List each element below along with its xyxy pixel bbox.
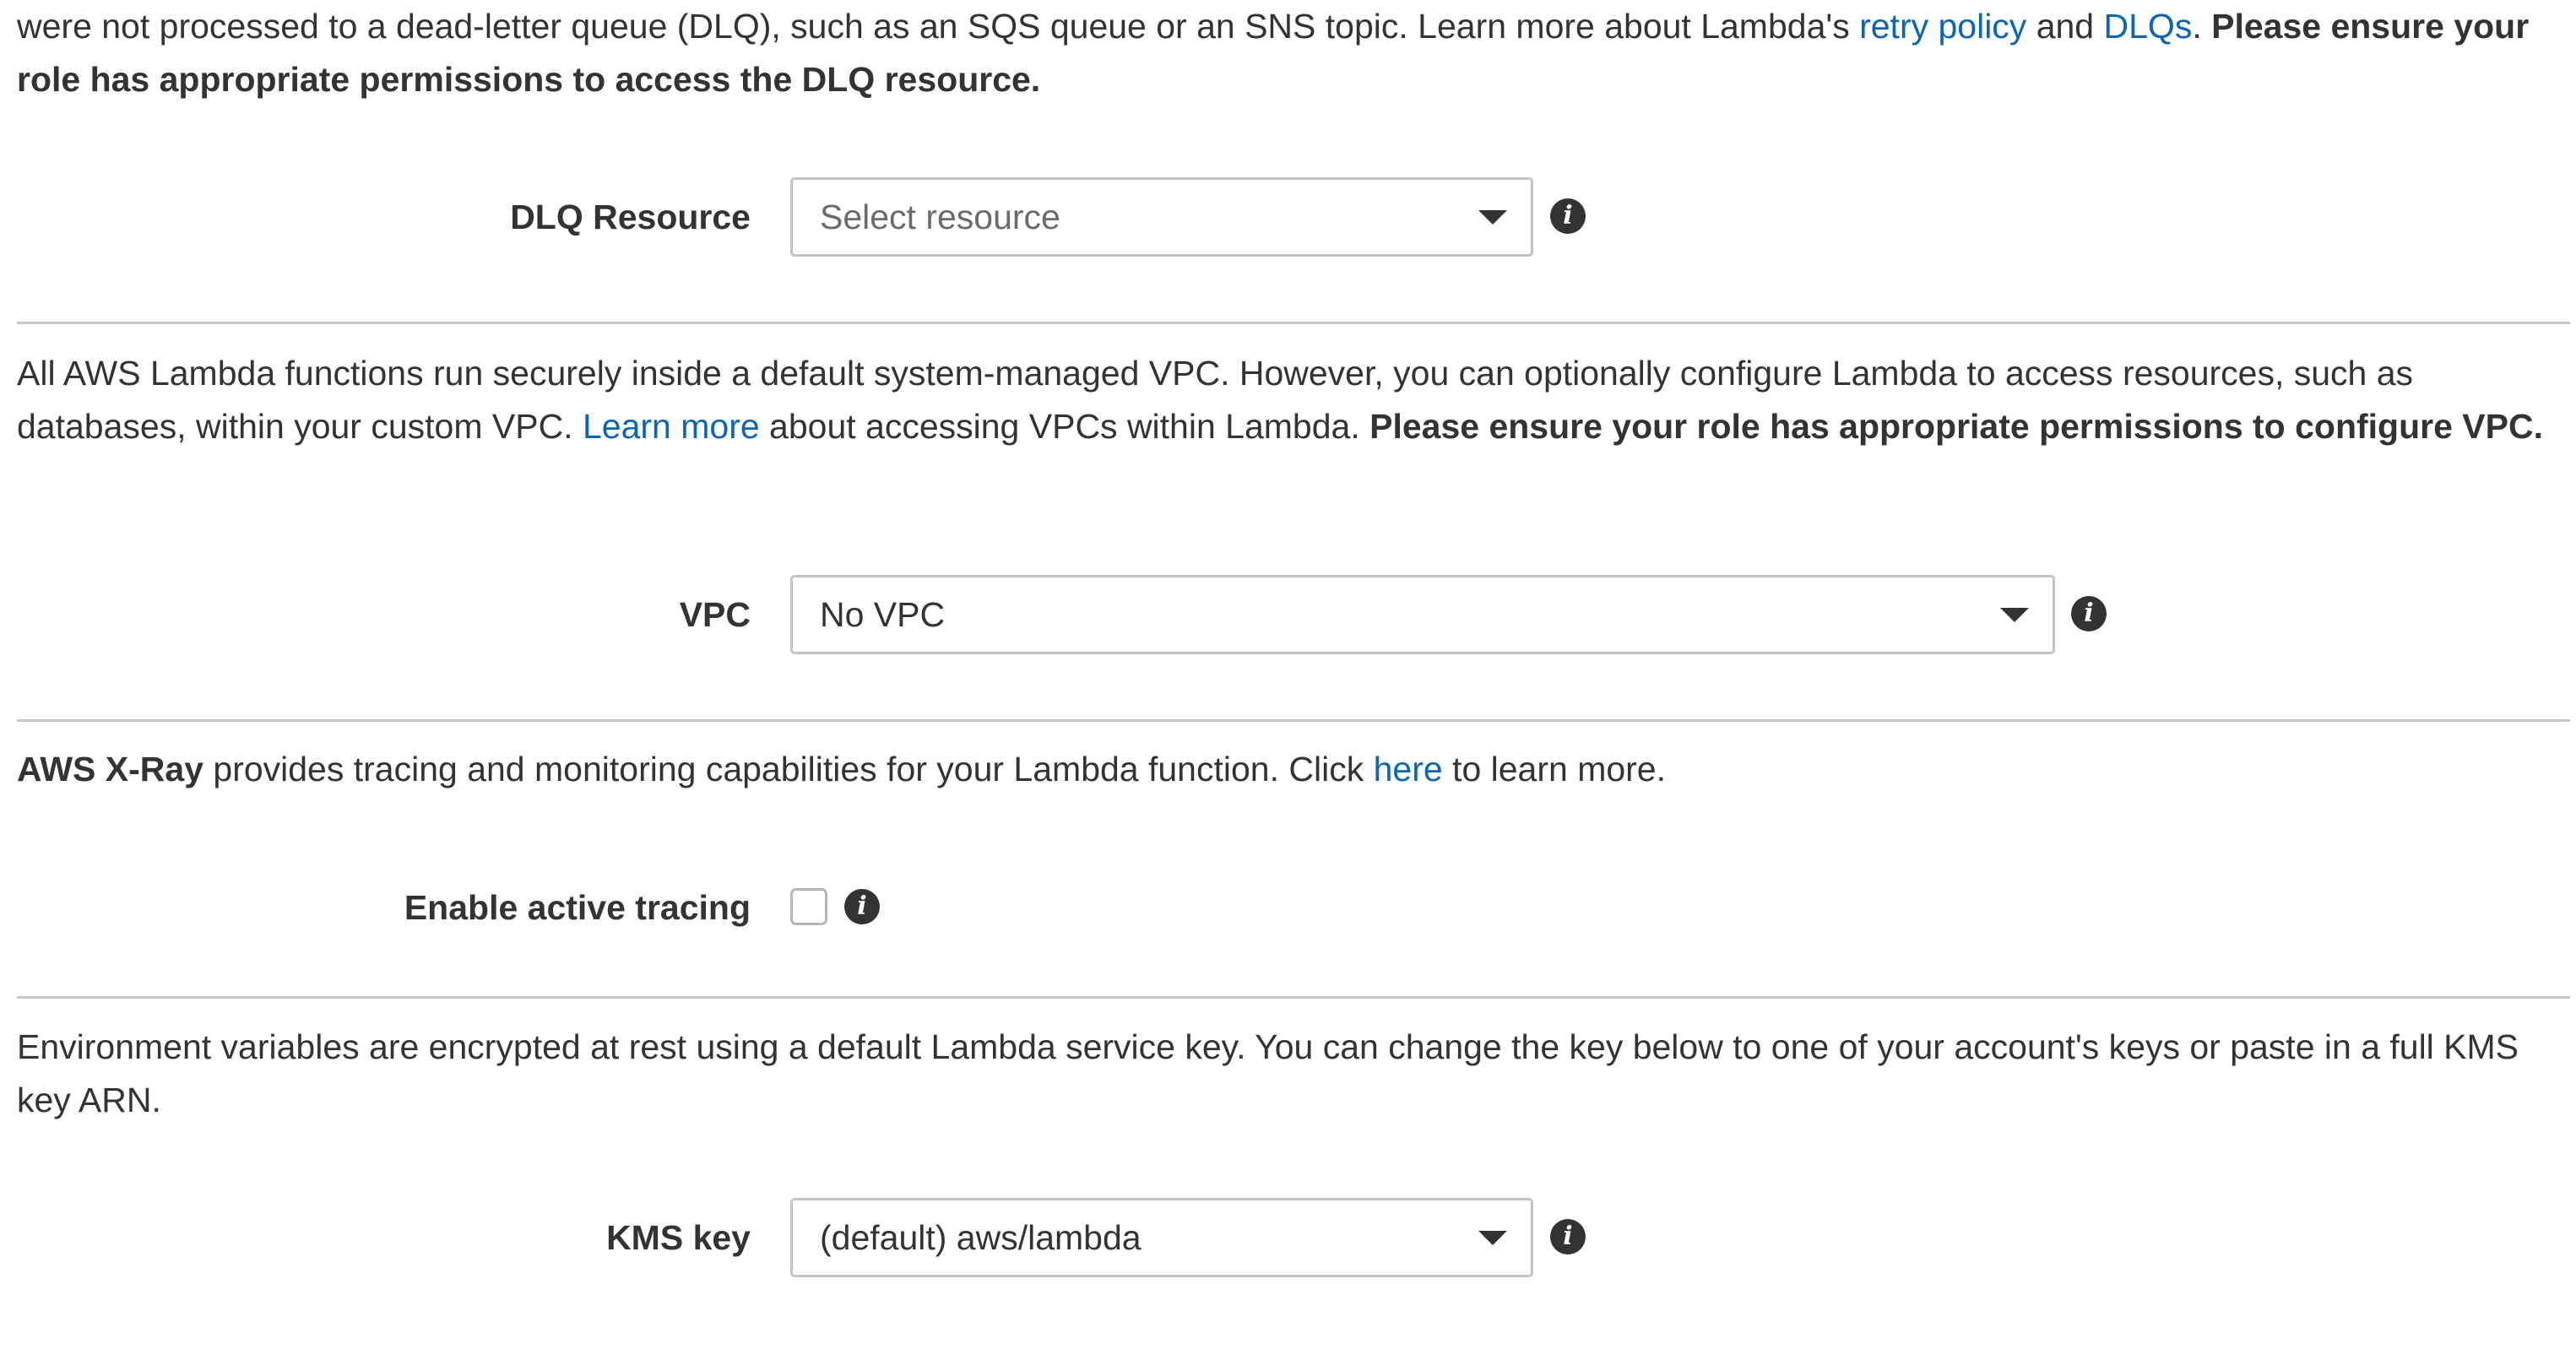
dlq-resource-placeholder: Select resource: [820, 198, 1060, 236]
vpc-description-text-2: about accessing VPCs within Lambda.: [759, 407, 1370, 446]
dlq-description-text-1: were not processed to a dead-letter queu…: [17, 7, 1860, 46]
enable-active-tracing-checkbox[interactable]: [790, 888, 827, 925]
kms-description: Environment variables are encrypted at r…: [17, 1027, 2519, 1119]
kms-key-select[interactable]: (default) aws/lambda: [790, 1198, 1533, 1277]
info-icon[interactable]: i: [1550, 1219, 1586, 1254]
enable-active-tracing-label: Enable active tracing: [404, 888, 751, 927]
xray-product-name: AWS X-Ray: [17, 750, 203, 788]
vpc-select-value: No VPC: [820, 595, 946, 634]
info-icon[interactable]: i: [2071, 596, 2107, 631]
vpc-label: VPC: [679, 595, 751, 634]
info-icon[interactable]: i: [1550, 198, 1586, 234]
dlqs-link[interactable]: DLQs: [2104, 7, 2193, 46]
dlq-description-text-3: .: [2192, 7, 2212, 46]
vpc-learn-more-link[interactable]: Learn more: [583, 407, 760, 446]
dlq-description: were not processed to a dead-letter queu…: [17, 0, 2550, 106]
section-divider: [17, 322, 2570, 324]
section-divider: [17, 719, 2570, 722]
vpc-select[interactable]: No VPC: [790, 575, 2055, 654]
caret-down-icon: [1478, 210, 1507, 225]
dlq-resource-label: DLQ Resource: [510, 198, 751, 236]
caret-down-icon: [1478, 1231, 1507, 1245]
kms-key-label: KMS key: [606, 1218, 751, 1257]
kms-key-select-value: (default) aws/lambda: [820, 1218, 1142, 1257]
xray-here-link[interactable]: here: [1374, 750, 1443, 788]
vpc-description: All AWS Lambda functions run securely in…: [17, 347, 2550, 453]
caret-down-icon: [2000, 608, 2029, 622]
info-icon[interactable]: i: [844, 889, 880, 924]
dlq-description-text-2: and: [2026, 7, 2104, 46]
section-divider: [17, 996, 2570, 999]
xray-description-text-2: to learn more.: [1442, 750, 1666, 788]
dlq-resource-select[interactable]: Select resource: [790, 177, 1533, 257]
xray-description: AWS X-Ray provides tracing and monitorin…: [17, 743, 2550, 796]
retry-policy-link[interactable]: retry policy: [1859, 7, 2026, 46]
xray-description-text-1: provides tracing and monitoring capabili…: [203, 750, 1374, 788]
vpc-permissions-note: Please ensure your role has appropriate …: [1369, 407, 2543, 446]
